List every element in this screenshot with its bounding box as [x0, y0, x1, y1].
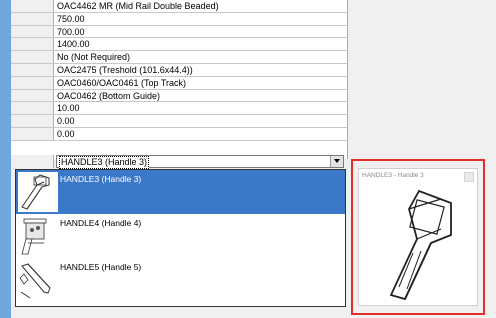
row-value: 10.00 — [57, 103, 80, 114]
grid-row[interactable]: 0.00 — [11, 115, 347, 128]
row-value: OAC0460/OAC0461 (Top Track) — [57, 77, 187, 88]
combo-selected-text: HANDLE3 (Handle 3) — [59, 156, 150, 169]
grid-row[interactable]: 0.00 — [11, 128, 347, 141]
handle-preview-panel: HANDLE3 - Handle 3 — [358, 168, 478, 306]
grid-row[interactable]: 750.00 — [11, 12, 347, 26]
chevron-down-icon — [334, 159, 340, 163]
handle-dropdown-list: HANDLE3 (Handle 3) HANDLE4 (Handle 4) HA… — [15, 169, 346, 307]
row-value: 0.00 — [57, 116, 75, 127]
handle5-thumbnail-icon — [18, 260, 58, 300]
grid-row[interactable]: OAC0462 (Bottom Guide) — [11, 89, 347, 103]
handle4-thumbnail-icon — [18, 216, 58, 256]
row-key-cell — [11, 89, 54, 102]
row-value: OAC2475 (Treshold (101.6x44.4)) — [57, 65, 193, 75]
row-key-cell — [11, 64, 54, 76]
row-value: 1400.00 — [57, 39, 90, 50]
grid-row[interactable]: No (Not Required) — [11, 51, 347, 64]
dropdown-item-handle5[interactable]: HANDLE5 (Handle 5) — [16, 258, 345, 302]
dropdown-item-label: HANDLE3 (Handle 3) — [60, 174, 142, 184]
grid-row[interactable]: OAC2475 (Treshold (101.6x44.4)) — [11, 64, 347, 77]
row-value: No (Not Required) — [57, 52, 131, 63]
row-key-cell — [11, 155, 54, 168]
row-key-cell — [11, 12, 54, 25]
row-value: 0.00 — [57, 129, 75, 139]
handle-preview-highlight: HANDLE3 - Handle 3 — [351, 159, 485, 315]
handle3-thumbnail-icon — [18, 172, 58, 212]
row-value: 700.00 — [57, 26, 85, 37]
dropdown-button[interactable] — [330, 156, 343, 167]
row-key-cell — [11, 128, 54, 140]
handle-combobox[interactable]: HANDLE3 (Handle 3) — [56, 155, 344, 169]
row-value: 750.00 — [57, 13, 85, 24]
row-value: OAC0462 (Bottom Guide) — [57, 90, 161, 101]
grid-row[interactable]: 700.00 — [11, 25, 347, 39]
preview-close-button[interactable] — [464, 172, 474, 182]
left-panel-strip — [0, 0, 11, 318]
dropdown-item-label: HANDLE4 (Handle 4) — [60, 218, 142, 228]
preview-title: HANDLE3 - Handle 3 — [362, 172, 424, 179]
row-key-cell — [11, 76, 54, 89]
row-value: OAC4462 MR (Mid Rail Double Beaded) — [57, 1, 219, 11]
handle-combo-row: HANDLE3 (Handle 3) — [11, 155, 347, 169]
dropdown-item-label: HANDLE5 (Handle 5) — [60, 262, 142, 272]
row-key-cell — [11, 0, 54, 12]
grid-row[interactable]: OAC4462 MR (Mid Rail Double Beaded) — [11, 0, 347, 13]
row-key-cell — [11, 25, 54, 38]
property-grid: OAC4462 MR (Mid Rail Double Beaded) 750.… — [11, 0, 348, 159]
dropdown-item-handle4[interactable]: HANDLE4 (Handle 4) — [16, 214, 345, 258]
row-key-cell — [11, 38, 54, 51]
row-key-cell — [11, 51, 54, 63]
dropdown-item-handle3[interactable]: HANDLE3 (Handle 3) — [16, 170, 345, 214]
handle3-preview-icon — [369, 183, 469, 305]
row-key-cell — [11, 102, 54, 115]
grid-row[interactable]: 1400.00 — [11, 38, 347, 52]
row-key-cell — [11, 115, 54, 127]
grid-row[interactable]: 10.00 — [11, 102, 347, 116]
grid-row[interactable]: OAC0460/OAC0461 (Top Track) — [11, 76, 347, 90]
